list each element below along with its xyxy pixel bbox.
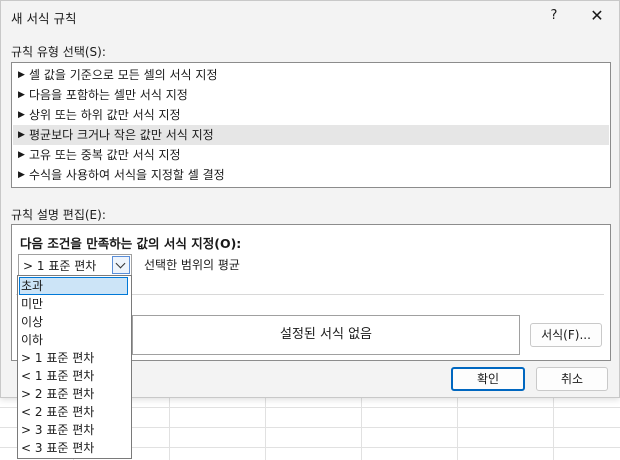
range-text: 선택한 범위의 평균	[144, 258, 240, 272]
help-icon[interactable]: ?	[542, 6, 566, 26]
close-icon[interactable]: ✕	[585, 6, 609, 26]
rule-type-item-label: 고유 또는 중복 값만 서식 지정	[29, 148, 181, 162]
combo-dropdown-button[interactable]	[112, 256, 130, 274]
dropdown-option[interactable]: < 2 표준 편차	[19, 403, 128, 421]
dropdown-option-label: < 1 표준 편차	[21, 369, 95, 383]
dropdown-option-label: > 3 표준 편차	[21, 423, 95, 437]
dropdown-option-label: < 3 표준 편차	[21, 441, 95, 455]
dropdown-option-highlighted[interactable]: 초과	[19, 277, 128, 295]
rule-type-item[interactable]: ▶ 수식을 사용하여 서식을 지정할 셀 결정	[13, 165, 609, 185]
rule-type-label: 규칙 유형 선택(S):	[11, 45, 106, 59]
expand-arrow-icon: ▶	[18, 130, 25, 140]
dropdown-option-label: 이상	[21, 315, 44, 329]
dropdown-option[interactable]: 이하	[19, 331, 128, 349]
dropdown-option[interactable]: 미만	[19, 295, 128, 313]
cancel-button[interactable]: 취소	[536, 367, 608, 391]
chevron-down-icon	[115, 258, 126, 269]
rule-type-item[interactable]: ▶ 다음을 포함하는 셀만 서식 지정	[13, 85, 609, 105]
expand-arrow-icon: ▶	[18, 90, 25, 100]
rule-type-item-label: 셀 값을 기준으로 모든 셀의 서식 지정	[29, 68, 218, 82]
dropdown-option-label: > 1 표준 편차	[21, 351, 95, 365]
rule-type-item-label: 평균보다 크거나 작은 값만 서식 지정	[29, 128, 214, 142]
dropdown-option[interactable]: > 3 표준 편차	[19, 421, 128, 439]
rule-type-item[interactable]: ▶ 셀 값을 기준으로 모든 셀의 서식 지정	[13, 65, 609, 85]
dropdown-option-label: < 2 표준 편차	[21, 405, 95, 419]
rule-type-item-label: 상위 또는 하위 값만 서식 지정	[29, 108, 181, 122]
rule-type-item-selected[interactable]: ▶ 평균보다 크거나 작은 값만 서식 지정	[13, 125, 609, 145]
dropdown-option-label: 이하	[21, 333, 44, 347]
dropdown-option[interactable]: 이상	[19, 313, 128, 331]
rule-edit-label: 규칙 설명 편집(E):	[11, 208, 106, 222]
dropdown-option-label: 미만	[21, 297, 44, 311]
expand-arrow-icon: ▶	[18, 150, 25, 160]
title-bar: 새 서식 규칙 ? ✕	[1, 1, 619, 31]
format-preview: 설정된 서식 없음	[132, 315, 520, 355]
format-button[interactable]: 서식(F)...	[530, 323, 602, 347]
rule-type-item-label: 수식을 사용하여 서식을 지정할 셀 결정	[29, 168, 225, 182]
ok-button[interactable]: 확인	[451, 367, 525, 391]
expand-arrow-icon: ▶	[18, 170, 25, 180]
dropdown-option[interactable]: > 2 표준 편차	[19, 385, 128, 403]
dropdown-option[interactable]: < 1 표준 편차	[19, 367, 128, 385]
condition-combo[interactable]: > 1 표준 편차	[18, 254, 132, 276]
dropdown-option-label: > 2 표준 편차	[21, 387, 95, 401]
dropdown-option[interactable]: < 3 표준 편차	[19, 439, 128, 457]
dropdown-option-label: 초과	[21, 279, 44, 293]
dialog-title: 새 서식 규칙	[11, 11, 77, 26]
condition-dropdown-list[interactable]: 초과 미만 이상 이하 > 1 표준 편차 < 1 표준 편차 > 2 표준 편…	[17, 275, 132, 459]
rule-type-item-label: 다음을 포함하는 셀만 서식 지정	[29, 88, 188, 102]
preview-text: 설정된 서식 없음	[280, 327, 372, 342]
rule-type-item[interactable]: ▶ 고유 또는 중복 값만 서식 지정	[13, 145, 609, 165]
dropdown-option[interactable]: > 1 표준 편차	[19, 349, 128, 367]
rule-type-item[interactable]: ▶ 상위 또는 하위 값만 서식 지정	[13, 105, 609, 125]
condition-title: 다음 조건을 만족하는 값의 서식 지정(O):	[20, 236, 242, 251]
rule-type-list[interactable]: ▶ 셀 값을 기준으로 모든 셀의 서식 지정 ▶ 다음을 포함하는 셀만 서식…	[11, 62, 611, 188]
condition-combo-value: > 1 표준 편차	[23, 259, 97, 273]
expand-arrow-icon: ▶	[18, 70, 25, 80]
expand-arrow-icon: ▶	[18, 110, 25, 120]
